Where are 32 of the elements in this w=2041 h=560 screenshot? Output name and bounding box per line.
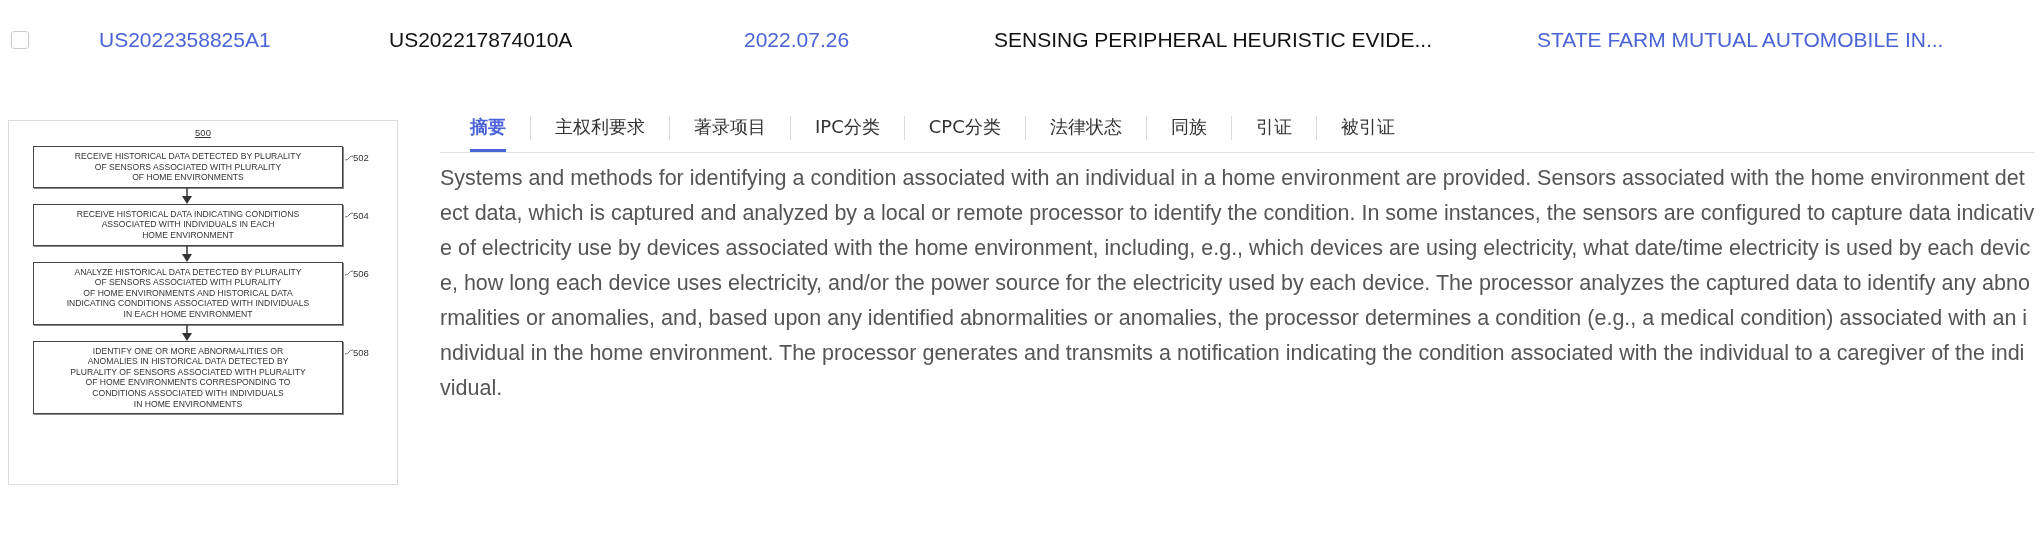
tab[interactable]: 引证 (1255, 104, 1292, 152)
publication-number-link[interactable]: US2022358825A1 (99, 28, 389, 52)
reference-number: 506 (353, 267, 369, 279)
tab[interactable]: 主权利要求 (555, 104, 645, 152)
flowchart-step: RECEIVE HISTORICAL DATA INDICATING CONDITIONS ASSOCIATED WITH INDIVIDUALS IN EACH HOME ENVIRONMENT (33, 203, 343, 246)
checkbox[interactable] (11, 31, 29, 49)
tab[interactable]: 同族 (1170, 104, 1207, 152)
reference-number: 502 (353, 152, 369, 163)
flowchart-step: IDENTIFY ONE OR MORE ABNORMALITIES OR ANOMALIES IN HISTORICAL DATA DETECTED BY PLURALITY OF SENSORS ASSOCIATED WITH PLURALITY OF HOME ENVIRONMENTS CORRESPONDING TO CONDITIONS ASSOCIATED WITH INDIVIDUALS IN HOME ENVIRONMENTS (33, 340, 343, 415)
leader-line (345, 349, 353, 356)
tab[interactable]: CPC分类 (928, 104, 1001, 152)
leader-line (345, 270, 353, 277)
tab[interactable]: 法律状态 (1049, 104, 1122, 152)
abstract-text: Systems and methods for identifying a condition associated with an individual in a home environment are provided. Sensors associated with the home environment detect data, which is captured and analyzed by a local or remote processor to identify the condition. In some instances, the sensors are configured to capture data indicative of electricity use by devices associated with the home environment, including, e.g., which devices are using electricity, what date/time electricity is used by each device, how long each device uses electricity, and/or the power source for the electricity used by each device. The processor analyzes the captured data to identify any abnormalities or anomalies, and, based upon any identified abnormalities or anomalies, the processor determines a condition (e.g., a medical condition) associated with an individual in the home environment. The processor generates and transmits a notification indicating the condition associated with the individual to a caregiver of the individual. (440, 165, 2035, 402)
tab[interactable]: 著录项目 (694, 104, 766, 152)
tab[interactable]: 被引证 (1340, 104, 1395, 152)
leader-line (345, 154, 353, 161)
reference-number: 508 (353, 346, 369, 358)
arrow-icon (182, 187, 192, 204)
flowchart-step: ANALYZE HISTORICAL DATA DETECTED BY PLURALITY OF SENSORS ASSOCIATED WITH PLURALITY OF HOME ENVIRONMENTS AND HISTORICAL DATA INDICATING CONDITIONS ASSOCIATED WITH INDIVIDUALS IN EACH HOME ENVIRONMENT (33, 261, 343, 325)
tab[interactable]: IPC分类 (815, 104, 880, 152)
assignee-link[interactable]: STATE FARM MUTUAL AUTOMOBILE IN... (1537, 28, 1944, 52)
figure-number: 500 (195, 127, 211, 138)
tab[interactable]: 摘要 (470, 104, 506, 152)
date-link[interactable]: 2022.07.26 (744, 28, 994, 52)
patent-title: SENSING PERIPHERAL HEURISTIC EVIDE... (994, 28, 1433, 52)
application-number: US202217874010A (389, 28, 574, 52)
arrow-icon (182, 324, 192, 341)
reference-number: 504 (353, 209, 369, 221)
flowchart-step: RECEIVE HISTORICAL DATA DETECTED BY PLURALITY OF SENSORS ASSOCIATED WITH PLURALITY OF HOME ENVIRONMENTS (33, 146, 343, 188)
leader-line (345, 212, 353, 219)
arrow-icon (182, 245, 192, 262)
